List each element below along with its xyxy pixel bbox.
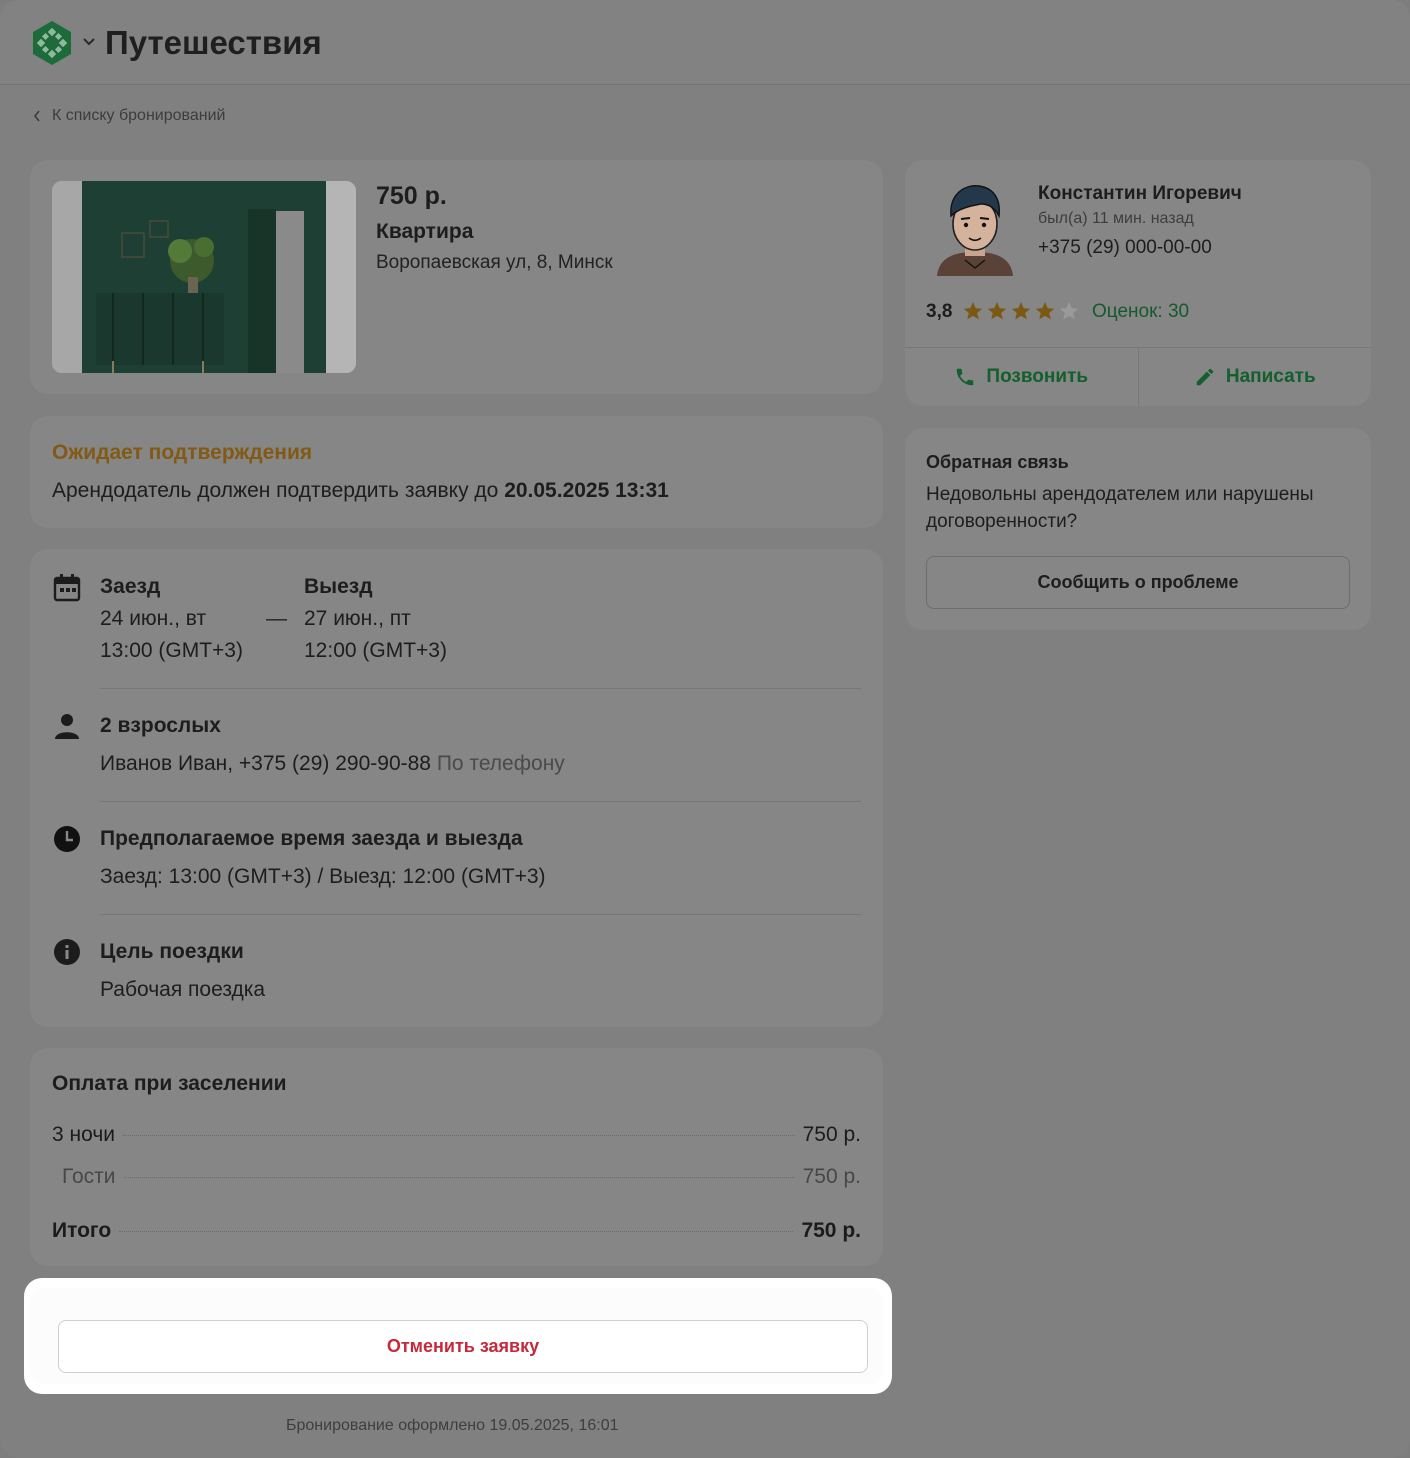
star-filled-icon <box>1035 301 1055 320</box>
payment-row-value: 750 р. <box>802 1165 861 1188</box>
clock-icon <box>54 826 80 852</box>
rating-stars <box>962 300 1080 322</box>
feedback-text: Недовольны арендодателем или нарушены до… <box>926 484 1314 532</box>
host-name: Константин Игоревич <box>1038 183 1242 204</box>
feedback-title: Обратная связь <box>926 452 1069 472</box>
booking-created-text: Бронирование оформлено 19.05.2025, 16:01 <box>286 1417 619 1434</box>
cancel-highlight: Отменить заявку <box>24 1278 892 1394</box>
checkin-time: 13:00 (GMT+3) <box>100 639 243 662</box>
payment-row: 3 ночи 750 р. <box>52 1123 861 1147</box>
guest-contact: Иванов Иван, +375 (29) 290-90-88 <box>100 752 431 775</box>
listing-photo[interactable] <box>52 181 356 373</box>
arrival-text: Заезд: 13:00 (GMT+3) / Выезд: 12:00 (GMT… <box>100 865 546 888</box>
listing-price: 750 р. <box>376 182 447 210</box>
star-filled-icon <box>1011 301 1031 320</box>
checkout-label: Выезд <box>304 575 373 598</box>
message-host-button[interactable]: Написать <box>1137 348 1372 406</box>
pencil-icon <box>1196 368 1214 386</box>
divider <box>100 914 861 915</box>
host-phone[interactable]: +375 (29) 000-00-00 <box>1038 237 1212 259</box>
report-problem-button[interactable]: Сообщить о проблеме <box>926 556 1350 609</box>
calendar-icon <box>53 574 81 602</box>
arrival-title: Предполагаемое время заезда и выезда <box>100 827 523 850</box>
status-title: Ожидает подтверждения <box>52 441 313 464</box>
cancel-card: Отменить заявку <box>30 1288 883 1384</box>
checkin-date: 24 июн., вт <box>100 607 207 630</box>
payment-row: Гости 750 р. <box>62 1165 861 1189</box>
guest-contact-line: Иванов Иван, +375 (29) 290-90-88 По теле… <box>100 752 565 776</box>
checkout-time: 12:00 (GMT+3) <box>304 639 447 662</box>
guest-contact-method: По телефону <box>436 752 565 775</box>
checkin-label: Заезд <box>100 575 161 598</box>
payment-row-label: 3 ночи <box>52 1123 115 1146</box>
star-empty-icon <box>1059 301 1079 320</box>
person-icon <box>55 714 79 739</box>
payment-row-value: 750 р. <box>802 1123 861 1146</box>
chevron-left-icon <box>33 110 40 122</box>
status-deadline: 20.05.2025 13:31 <box>504 479 669 502</box>
listing-address: Воропаевская ул, 8, Минск <box>376 252 613 273</box>
purpose-title: Цель поездки <box>100 940 244 963</box>
host-avatar[interactable] <box>935 180 1015 276</box>
status-text-prefix: Арендодатель должен подтвердить заявку д… <box>52 479 499 502</box>
call-host-button[interactable]: Позвонить <box>905 348 1138 406</box>
payment-card: Оплата при заселении 3 ночи 750 р. Гости… <box>30 1048 883 1266</box>
payment-total-label: Итого <box>52 1219 112 1242</box>
checkout-date: 27 июн., пт <box>304 607 411 630</box>
app-title: Путешествия <box>105 24 322 61</box>
date-range-dash: — <box>266 607 287 630</box>
star-filled-icon <box>963 301 983 320</box>
payment-total-row: Итого 750 р. <box>52 1219 861 1243</box>
star-filled-icon <box>987 301 1007 320</box>
app-logo-icon[interactable] <box>30 20 74 66</box>
payment-row-label: Гости <box>62 1165 116 1188</box>
top-bar: Путешествия <box>0 0 1410 85</box>
back-link-label: К списку бронирований <box>52 107 226 124</box>
phone-icon <box>957 368 974 386</box>
feedback-card: Обратная связь Недовольны арендодателем … <box>905 428 1371 630</box>
dotted-leader <box>123 1135 795 1136</box>
listing-type: Квартира <box>376 220 474 243</box>
purpose-text: Рабочая поездка <box>100 978 266 1001</box>
call-host-label: Позвонить <box>986 366 1089 387</box>
back-to-bookings-link[interactable]: К списку бронирований <box>32 107 225 125</box>
divider <box>100 688 861 689</box>
booking-details-card: Заезд 24 июн., вт 13:00 (GMT+3) — Выезд … <box>30 549 883 1027</box>
app-window: Путешествия К списку бронирований 750 р.… <box>0 0 1410 1458</box>
status-card: Ожидает подтверждения Арендодатель долже… <box>30 416 883 528</box>
payment-total-value: 750 р. <box>801 1219 861 1242</box>
divider <box>100 801 861 802</box>
status-text: Арендодатель должен подтвердить заявку д… <box>52 479 669 503</box>
dotted-leader <box>119 1231 794 1232</box>
host-actions: Позвонить Написать <box>905 347 1371 406</box>
listing-card[interactable]: 750 р. Квартира Воропаевская ул, 8, Минс… <box>30 160 883 394</box>
host-card: Константин Игоревич был(а) 11 мин. назад… <box>905 160 1371 406</box>
host-last-seen: был(а) 11 мин. назад <box>1038 210 1194 227</box>
guests-title: 2 взрослых <box>100 714 221 737</box>
info-icon <box>54 939 80 965</box>
payment-title: Оплата при заселении <box>52 1072 287 1095</box>
host-rating-count[interactable]: Оценок: 30 <box>1092 301 1189 323</box>
host-rating-value: 3,8 <box>926 301 953 322</box>
cancel-booking-button[interactable]: Отменить заявку <box>58 1320 868 1373</box>
message-host-label: Написать <box>1225 366 1316 387</box>
chevron-down-icon[interactable] <box>82 35 96 49</box>
dotted-leader <box>123 1177 795 1178</box>
